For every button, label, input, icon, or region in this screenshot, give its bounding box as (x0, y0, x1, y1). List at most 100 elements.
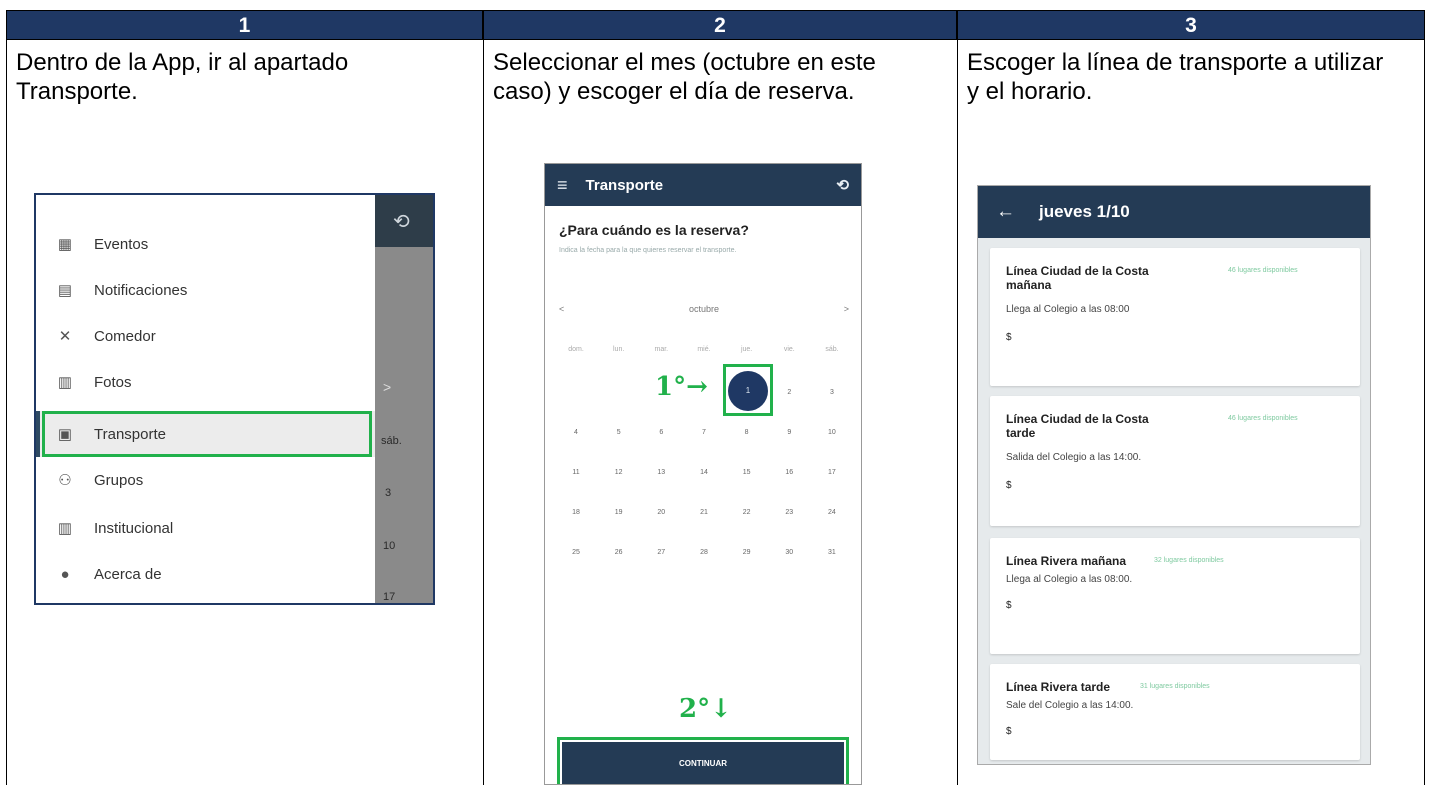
calendar-day[interactable]: 31 (815, 549, 849, 556)
calendar-day[interactable]: 24 (815, 509, 849, 516)
calendar-day[interactable]: 20 (644, 509, 678, 516)
step-2-header: 2 (483, 10, 957, 40)
price-label: $ (1006, 726, 1012, 737)
app-bar-title: Transporte (585, 176, 664, 194)
menu-item-label: Comedor (94, 327, 156, 345)
schedule-detail: Llega al Colegio a las 08:00. (1006, 574, 1133, 585)
month-selector: < octubre > (559, 304, 849, 314)
step-3-text: Escoger la línea de transporte a utiliza… (967, 49, 1384, 105)
menu-item-1[interactable]: ▤ Notificaciones (36, 267, 379, 313)
availability-label: 32 lugares disponibles (1154, 557, 1224, 564)
menu-item-label: Notificaciones (94, 281, 188, 299)
app-bar: ← jueves 1/10 (978, 186, 1370, 238)
schedule-detail: Llega al Colegio a las 08:00 (1006, 304, 1130, 315)
transport-line-card[interactable]: Línea Ciudad de la Costa tarde 46 lugares… (990, 396, 1360, 526)
transport-lines-screenshot: ← jueves 1/10 Línea Ciudad de la Costa m… (977, 185, 1371, 765)
history-icon[interactable]: ⟲ (836, 176, 849, 194)
scrim-appbar: ⟲ (375, 195, 433, 247)
question-subtext: Indica la fecha para la que quieres rese… (559, 247, 737, 254)
calendar-day[interactable]: 8 (730, 429, 764, 436)
price-label: $ (1006, 600, 1012, 611)
scrim-text: 17 (383, 591, 396, 603)
navigation-drawer-screenshot: ▦ Eventos ▤ Notificaciones ✕ Comedor ▥ Fotos ▣ Tr… (34, 193, 435, 605)
message-icon: ▤ (57, 282, 73, 299)
scrim-text: sáb. (381, 435, 402, 447)
weekday-label: jue. (740, 346, 753, 353)
calendar-day[interactable]: 4 (559, 429, 593, 436)
calendar-day[interactable]: 6 (644, 429, 678, 436)
calendar-day[interactable]: 2 (772, 389, 806, 396)
calendar-day[interactable]: 26 (602, 549, 636, 556)
info-icon: ● (60, 565, 70, 583)
menu-item-2[interactable]: ✕ Comedor (36, 313, 379, 359)
question-title: ¿Para cuándo es la reserva? (559, 222, 749, 238)
price-label: $ (1006, 480, 1012, 491)
transport-line-card[interactable]: Línea Rivera mañana 32 lugares disponible… (990, 538, 1360, 654)
calendar-day[interactable]: 16 (772, 469, 806, 476)
transport-line-card[interactable]: Línea Rivera tarde 31 lugares disponibles… (990, 664, 1360, 760)
transport-line-card[interactable]: Línea Ciudad de la Costa mañana 46 lugare… (990, 248, 1360, 386)
group-icon: ⚇ (58, 472, 72, 489)
calendar-day[interactable]: 12 (602, 469, 636, 476)
calendar-day[interactable]: 29 (730, 549, 764, 556)
calendar-day[interactable]: 18 (559, 509, 593, 516)
calendar-day[interactable]: 13 (644, 469, 678, 476)
calendar-day[interactable]: 21 (687, 509, 721, 516)
step-1-text: Dentro de la App, ir al apartado Transpo… (16, 49, 349, 105)
highlight-transporte (42, 411, 372, 457)
weekday-label: mié. (697, 346, 711, 353)
highlight-day (723, 364, 773, 416)
step-3-header: 3 (957, 10, 1425, 40)
calendar-day[interactable]: 11 (559, 469, 593, 476)
calendar-day[interactable]: 14 (687, 469, 721, 476)
building-icon: ▥ (57, 520, 73, 537)
calendar-day[interactable]: 5 (602, 429, 636, 436)
calendar-week: 11 12 13 14 15 16 17 (559, 469, 849, 476)
calendar-day[interactable]: 3 (815, 389, 849, 396)
menu-item-3[interactable]: ▥ Fotos (36, 359, 379, 405)
weekday-label: sáb. (825, 346, 839, 353)
calendar-day[interactable]: 7 (687, 429, 721, 436)
step-marker-2: 2°↓ (679, 694, 732, 724)
calendar-day[interactable]: 9 (772, 429, 806, 436)
calendar-day[interactable]: 15 (730, 469, 764, 476)
step-2-text: Seleccionar el mes (octubre en este caso… (493, 49, 876, 105)
cutlery-icon: ✕ (58, 328, 72, 345)
scrim-text: 3 (385, 487, 392, 499)
menu-item-label: Institucional (94, 519, 174, 537)
calendar-icon: ▦ (57, 236, 73, 253)
weekday-label: mar. (654, 346, 669, 353)
weekday-label: lun. (613, 346, 625, 353)
weekday-label: dom. (568, 346, 584, 353)
back-arrow-icon[interactable]: ← (996, 201, 1015, 223)
calendar-week: 25 26 27 28 29 30 31 (559, 549, 849, 556)
scrim-text: 10 (383, 540, 396, 552)
app-bar: ≡ Transporte ⟲ (545, 164, 861, 206)
menu-item-label: Fotos (94, 373, 132, 391)
menu-item-7[interactable]: ● Acerca de (36, 551, 379, 597)
calendar-day[interactable]: 25 (559, 549, 593, 556)
price-label: $ (1006, 332, 1012, 343)
calendar-day[interactable]: 19 (602, 509, 636, 516)
calendar-day[interactable]: 23 (772, 509, 806, 516)
month-label: octubre (688, 304, 720, 314)
calendar-day[interactable]: 28 (687, 549, 721, 556)
previous-month-button[interactable]: < (559, 304, 564, 314)
menu-item-0[interactable]: ▦ Eventos (36, 221, 379, 267)
weekday-header: dom. lun. mar. mié. jue. vie. sáb. (559, 346, 849, 353)
menu-icon[interactable]: ≡ (557, 175, 568, 196)
photos-icon: ▥ (57, 374, 73, 391)
calendar-day[interactable]: 10 (815, 429, 849, 436)
drawer-scrim: ⟲ > sáb. 3 10 17 (375, 195, 433, 603)
schedule-detail: Salida del Colegio a las 14:00. (1006, 452, 1142, 463)
next-month-button[interactable]: > (844, 304, 849, 314)
menu-item-6[interactable]: ▥ Institucional (36, 505, 379, 551)
highlight-continue (557, 737, 849, 784)
calendar-day[interactable]: 30 (772, 549, 806, 556)
calendar-day[interactable]: 27 (644, 549, 678, 556)
calendar-screenshot: ≡ Transporte ⟲ ¿Para cuándo es la reserv… (544, 163, 862, 785)
menu-item-5[interactable]: ⚇ Grupos (36, 457, 379, 503)
calendar-day[interactable]: 17 (815, 469, 849, 476)
calendar-day[interactable]: 22 (730, 509, 764, 516)
menu-item-label: Grupos (94, 471, 144, 489)
